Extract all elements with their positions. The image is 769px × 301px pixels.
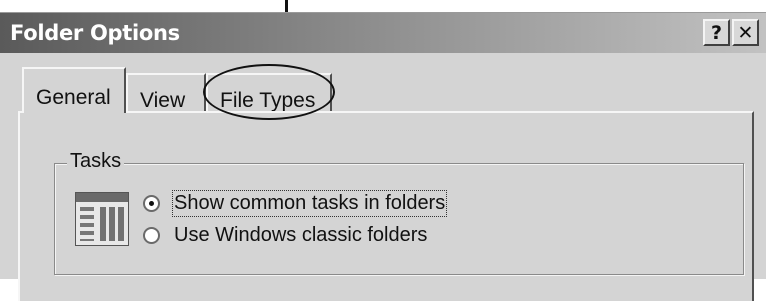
tab-label: General xyxy=(36,86,111,109)
radio-button[interactable] xyxy=(143,227,160,244)
folder-options-dialog: Folder Options ? ✕ General View File Typ… xyxy=(0,12,766,301)
tasks-legend: Tasks xyxy=(67,150,125,173)
tasks-groupbox: Tasks Show common tasks in folders Use W… xyxy=(54,150,744,275)
use-classic-folders-option[interactable]: Use Windows classic folders xyxy=(143,224,427,247)
radio-button-selected[interactable] xyxy=(143,195,160,212)
show-common-tasks-option[interactable]: Show common tasks in folders xyxy=(143,190,448,217)
close-button[interactable]: ✕ xyxy=(732,19,759,46)
tab-view[interactable]: View xyxy=(126,73,206,112)
radio-label[interactable]: Use Windows classic folders xyxy=(174,224,427,247)
help-icon: ? xyxy=(710,21,723,44)
tab-label: View xyxy=(140,89,186,112)
file-types-callout-ellipse xyxy=(203,64,335,120)
general-tab-panel: Tasks Show common tasks in folders Use W… xyxy=(18,111,754,301)
tab-strip: General View File Types xyxy=(0,53,766,113)
tab-general[interactable]: General xyxy=(22,67,126,113)
radio-label[interactable]: Show common tasks in folders xyxy=(171,190,448,217)
folder-tasks-icon xyxy=(75,192,129,246)
close-icon: ✕ xyxy=(737,21,754,44)
dialog-title: Folder Options xyxy=(10,21,180,45)
help-button[interactable]: ? xyxy=(703,19,730,46)
title-bar[interactable]: Folder Options ? ✕ xyxy=(0,13,766,53)
